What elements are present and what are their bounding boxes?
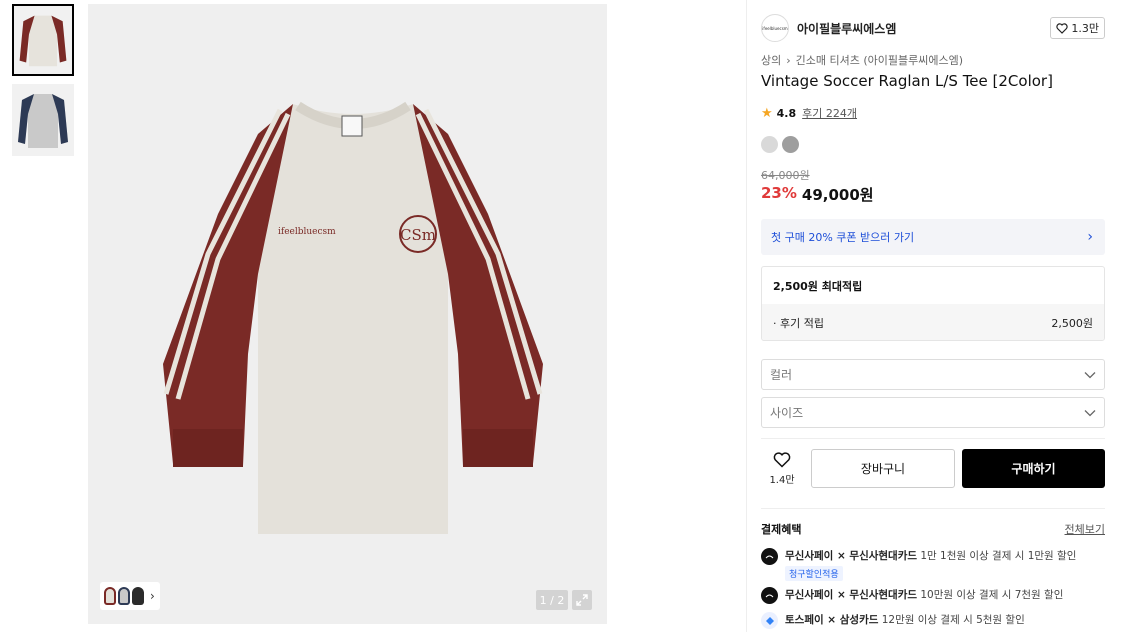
brand-like-button[interactable]: 1.3만 <box>1050 17 1105 39</box>
points-row-label: · 후기 적립 <box>773 316 824 330</box>
benefit-item: 토스페이 × 삼성카드 12만원 이상 결제 시 5천원 할인 <box>761 612 1105 629</box>
benefit-detail: 12만원 이상 결제 시 5천원 할인 <box>881 614 1025 626</box>
color-swatches <box>761 136 799 153</box>
benefit-partner: 토스페이 × 삼성카드 <box>785 614 879 626</box>
wishlist-count: 1.4만 <box>769 475 795 486</box>
card-icon <box>761 587 778 604</box>
color-swatch-gray[interactable] <box>782 136 799 153</box>
original-price: 64,000원 <box>761 169 810 182</box>
sale-price: 49,000원 <box>801 186 874 204</box>
discount-rate: 23% <box>761 184 797 202</box>
points-row-value: 2,500원 <box>1051 316 1093 330</box>
brand-logo[interactable]: ifeelbluecsm <box>761 14 789 42</box>
color-select-placeholder: 컬러 <box>770 368 793 382</box>
chevron-down-icon <box>1084 371 1096 378</box>
buy-now-button[interactable]: 구매하기 <box>962 449 1105 488</box>
mini-thumb <box>132 587 144 605</box>
breadcrumb-item[interactable]: 긴소매 티셔츠 (아이필블루씨에스엠) <box>796 52 963 68</box>
breadcrumb-item[interactable]: 상의 <box>761 52 781 68</box>
divider <box>761 508 1105 509</box>
coupon-banner[interactable]: 첫 구매 20% 쿠폰 받으러 가기 › <box>761 219 1105 255</box>
price-row: 23% 49,000원 <box>761 184 874 205</box>
brand-name[interactable]: 아이필블루씨에스엠 <box>797 20 896 37</box>
benefit-detail: 10만원 이상 결제 시 7천원 할인 <box>920 589 1064 601</box>
thumbnail-shirt-image <box>12 84 74 156</box>
view-all-link[interactable]: 전체보기 <box>1065 521 1105 537</box>
toss-icon <box>761 612 778 629</box>
color-select[interactable]: 컬러 <box>761 359 1105 390</box>
payment-benefits-header: 결제혜택 전체보기 <box>761 521 1105 537</box>
thumbnail-shirt-image <box>14 6 72 74</box>
thumbnail-burgundy[interactable] <box>12 4 74 76</box>
heart-icon <box>773 452 791 468</box>
mini-thumb <box>104 587 116 605</box>
review-count-link[interactable]: 후기 224개 <box>802 105 857 121</box>
benefit-detail: 1만 1천원 이상 결제 시 1만원 할인 <box>920 550 1077 562</box>
points-row: · 후기 적립 2,500원 <box>762 304 1104 340</box>
breadcrumb: 상의 › 긴소매 티셔츠 (아이필블루씨에스엠) <box>761 52 963 68</box>
divider <box>761 438 1105 439</box>
rating-row: ★ 4.8 후기 224개 <box>761 105 857 121</box>
mini-thumb <box>118 587 130 605</box>
image-counter: 1 / 2 <box>536 590 568 610</box>
color-swatch-light[interactable] <box>761 136 778 153</box>
shirt-illustration: CSm ifeelbluecsm <box>163 101 543 534</box>
add-to-cart-button[interactable]: 장바구니 <box>811 449 955 488</box>
rating-score: 4.8 <box>776 106 797 120</box>
brand-like-count: 1.3만 <box>1071 22 1099 35</box>
product-main-image: CSm ifeelbluecsm › 1 / 2 <box>88 4 607 624</box>
points-title: 2,500원 최대적립 <box>773 279 863 293</box>
product-title: Vintage Soccer Raglan L/S Tee [2Color] <box>761 72 1053 90</box>
benefit-tag: 청구할인적용 <box>785 566 843 581</box>
chevron-down-icon <box>1084 409 1096 416</box>
chevron-right-icon: › <box>786 53 791 67</box>
product-info-panel: ifeelbluecsm 아이필블루씨에스엠 1.3만 상의 › 긴소매 티셔츠… <box>746 0 1125 632</box>
shirt-print-text: ifeelbluecsm <box>278 227 336 237</box>
shirt-emblem: CSm <box>400 226 436 244</box>
wishlist-button[interactable]: 1.4만 <box>761 450 803 488</box>
benefit-partner: 무신사페이 × 무신사현대카드 <box>785 550 918 562</box>
expand-icon[interactable] <box>572 590 592 610</box>
benefit-item: 무신사페이 × 무신사현대카드 10만원 이상 결제 시 7천원 할인 <box>761 587 1105 604</box>
brand-row: ifeelbluecsm 아이필블루씨에스엠 1.3만 <box>761 14 1105 42</box>
size-select[interactable]: 사이즈 <box>761 397 1105 428</box>
chevron-right-icon: › <box>150 589 155 603</box>
benefit-partner: 무신사페이 × 무신사현대카드 <box>785 589 918 601</box>
benefit-item: 무신사페이 × 무신사현대카드 1만 1천원 이상 결제 시 1만원 할인 청구… <box>761 548 1105 581</box>
payment-benefits-title: 결제혜택 <box>761 523 802 536</box>
thumbnail-navy[interactable] <box>12 84 74 156</box>
gallery-mini-thumbnails[interactable]: › <box>100 582 160 610</box>
chevron-right-icon: › <box>1087 229 1093 245</box>
coupon-label: 첫 구매 20% 쿠폰 받으러 가기 <box>771 231 915 244</box>
star-icon: ★ <box>761 105 773 121</box>
heart-icon <box>1056 22 1069 34</box>
size-select-placeholder: 사이즈 <box>770 406 804 420</box>
card-icon <box>761 548 778 565</box>
points-box: 2,500원 최대적립 · 후기 적립 2,500원 <box>761 266 1105 341</box>
